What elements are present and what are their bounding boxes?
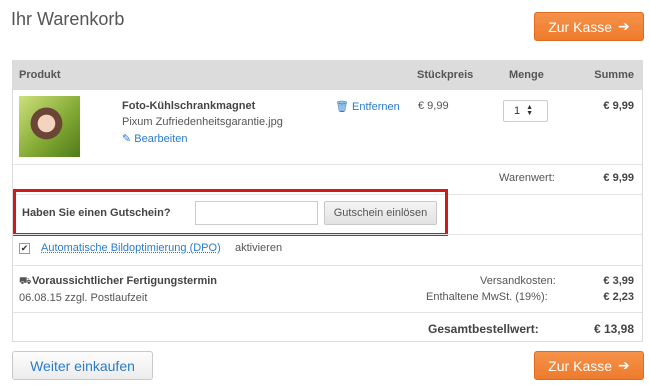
shipping-value: € 3,99 [603,275,634,287]
divider [13,234,642,235]
edit-label: Bearbeiten [134,133,188,145]
page-title: Ihr Warenkorb [11,9,125,29]
pencil-icon: ✎ [122,133,132,145]
voucher-input[interactable] [195,201,318,225]
checkout-label: Zur Kasse [548,18,613,35]
production-title: Voraussichtlicher Fertigungstermin [32,275,218,287]
divider [13,312,642,313]
product-file: Pixum Zufriedenheitsgarantie.jpg [122,116,283,128]
continue-shopping-button[interactable]: Weiter einkaufen [12,351,153,380]
cart-header: Produkt Stückpreis Menge Summe [13,60,642,90]
merchandise-value: € 9,99 [603,172,634,184]
column-quantity: Menge [509,69,544,81]
production-date: 06.08.15 zzgl. Postlaufzeit [19,292,148,304]
dpo-link[interactable]: Automatische Bildoptimierung (DPO) [41,242,221,254]
remove-link[interactable]: 🗑 Entfernen [335,100,400,113]
divider [13,265,642,266]
line-total: € 9,99 [603,100,634,112]
dpo-text: aktivieren [235,242,283,254]
edit-link[interactable]: ✎ Bearbeiten [122,132,188,145]
truck-icon: ⛟ [19,276,32,287]
voucher-section: Haben Sie einen Gutschein? Gutschein ein… [13,189,448,236]
product-name: Foto-Kühlschrankmagnet [122,100,256,112]
cart-table: Produkt Stückpreis Menge Summe Foto-Kühl… [12,60,643,342]
vat-label: Enthaltene MwSt. (19%): [426,291,548,303]
column-product: Produkt [19,69,61,81]
product-thumbnail[interactable] [19,96,80,157]
unit-price: € 9,99 [418,100,449,112]
remove-label: Entfernen [352,101,400,113]
shipping-label: Versandkosten: [480,275,556,287]
quantity-select[interactable]: 1 ▲ ▼ [503,100,548,122]
voucher-label: Haben Sie einen Gutschein? [22,207,171,219]
grand-total-value: € 13,98 [593,322,634,336]
merchandise-value-label: Warenwert: [499,172,555,184]
updown-icon: ▲ ▼ [526,104,534,117]
checkout-button-bottom[interactable]: Zur Kasse ➔ [534,351,644,380]
dpo-checkbox[interactable]: ✔ [19,243,30,254]
vat-value: € 2,23 [603,291,634,303]
column-total: Summe [594,69,634,81]
arrow-right-icon: ➔ [618,18,630,34]
quantity-value: 1 [514,105,521,117]
arrow-right-icon: ➔ [618,357,630,373]
grand-total-label: Gesamtbestellwert: [428,322,539,336]
redeem-voucher-button[interactable]: Gutschein einlösen [324,201,437,225]
checkout-button-top[interactable]: Zur Kasse ➔ [534,12,644,41]
checkout-label: Zur Kasse [548,357,613,374]
column-unit-price: Stückpreis [417,69,474,81]
divider [13,164,642,165]
trash-icon: 🗑 [335,101,349,113]
